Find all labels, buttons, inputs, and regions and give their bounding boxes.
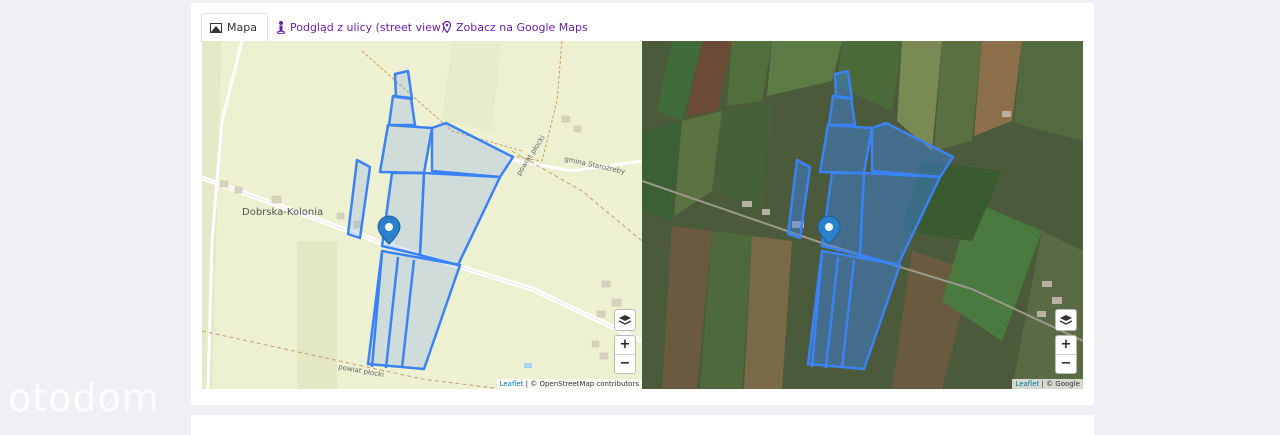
map-card: Mapa Podgląd z ulicy (street view) Zobac… [191,3,1094,405]
zoom-control-satellite: + − [1055,335,1077,374]
tab-map-label: Mapa [227,21,257,34]
layers-icon [618,315,632,325]
zoom-control: + − [614,335,636,374]
next-card [191,415,1094,435]
tab-map[interactable]: Mapa [201,13,268,42]
tab-street-view[interactable]: Podgląd z ulicy (street view) [277,13,445,41]
otodom-watermark: otodom [8,376,160,420]
layers-icon [1059,315,1073,325]
layers-button-satellite[interactable] [1055,309,1077,331]
layers-button[interactable] [614,309,636,331]
leaflet-link[interactable]: Leaflet [1015,380,1039,388]
zoom-out-button[interactable]: − [615,354,635,373]
map-pin-icon [443,21,451,33]
zoom-out-button[interactable]: − [1056,354,1076,373]
satellite-map-canvas [642,41,1083,389]
map-icon [210,22,222,33]
osm-attribution: © OpenStreetMap contributors [530,380,639,388]
zoom-in-button[interactable]: + [1056,336,1076,354]
leaflet-link[interactable]: Leaflet [500,380,524,388]
osm-map-canvas: Dobrska-Kolonia powiat płocki gmina Star… [202,41,642,389]
osm-map[interactable]: Dobrska-Kolonia powiat płocki gmina Star… [202,41,642,389]
tab-street-view-label: Podgląd z ulicy (street view) [290,20,446,34]
google-attribution: © Google [1046,380,1080,388]
street-view-icon [277,20,285,34]
satellite-map[interactable]: + − Leaflet | © Google [642,41,1083,389]
zoom-in-button[interactable]: + [615,336,635,354]
tab-google-maps-label: Zobacz na Google Maps [456,20,588,34]
map-attribution: Leaflet | © OpenStreetMap contributors [496,379,642,389]
map-tabs: Mapa Podgląd z ulicy (street view) Zobac… [201,13,1084,42]
village-label: Dobrska-Kolonia [242,207,323,218]
tab-google-maps[interactable]: Zobacz na Google Maps [443,13,588,41]
map-attribution-satellite: Leaflet | © Google [1012,379,1083,389]
